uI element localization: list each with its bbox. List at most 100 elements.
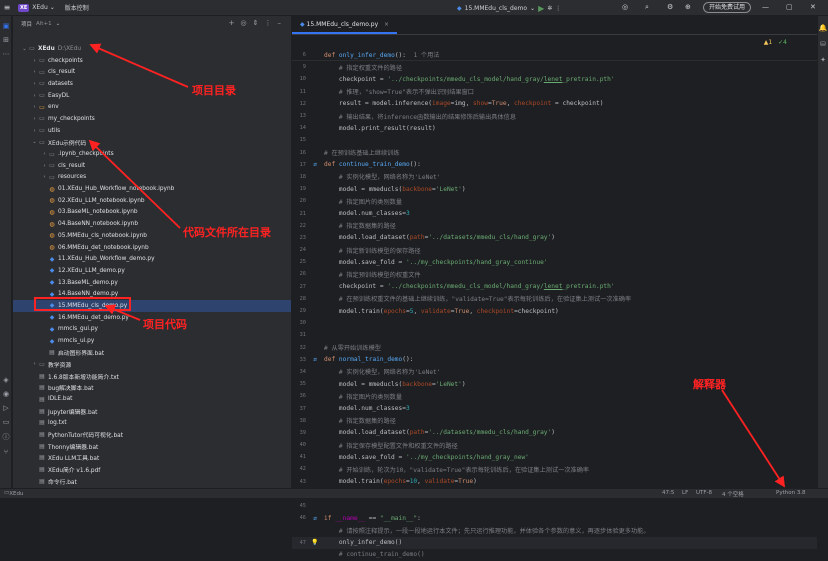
tree-item[interactable]: ▤ bug解决脚本.bat xyxy=(13,382,291,394)
tree-item[interactable]: ▤ Jupyter编辑器.bat xyxy=(13,405,291,417)
tree-item[interactable]: › ▭ EasyDL xyxy=(13,90,291,102)
project-panel-title[interactable]: 项目 xyxy=(21,20,32,28)
code-line[interactable]: 17 ⇄ def continue_train_demo(): xyxy=(292,159,817,171)
status-interpreter[interactable]: Python 3.8 xyxy=(776,490,806,496)
search-icon[interactable]: ⌕ xyxy=(645,3,649,12)
code-line[interactable]: 41 model.save_fold = '../my_checkpoints/… xyxy=(292,451,817,463)
code-line[interactable]: 10 checkpoint = '../checkpoints/mmedu_cl… xyxy=(292,73,817,85)
chevron-right-icon[interactable]: › xyxy=(31,128,38,134)
chevron-right-icon[interactable]: › xyxy=(41,174,48,180)
chevron-right-icon[interactable]: › xyxy=(31,104,38,110)
code-line[interactable]: 34 # 实例化模型，网络名称为'LeNet' xyxy=(292,366,817,378)
code-line[interactable]: 23 model.load_dataset(path='../datasets/… xyxy=(292,232,817,244)
tree-item[interactable]: › ▭ my_checkpoints xyxy=(13,113,291,125)
code-line[interactable]: 31 xyxy=(292,329,817,341)
vcs-tool-icon[interactable]: ⑂ xyxy=(0,448,12,456)
code-line[interactable]: 25 model.save_fold = '../my_checkpoints/… xyxy=(292,256,817,268)
code-line[interactable]: 45 xyxy=(292,500,817,512)
code-line[interactable]: 15 xyxy=(292,134,817,146)
terminal-icon[interactable]: ▭ xyxy=(0,418,12,426)
code-line[interactable]: 14 model.print_result(result) xyxy=(292,122,817,134)
tree-item[interactable]: › ▭ 教学资源 xyxy=(13,359,291,371)
code-line[interactable]: 21 model.num_classes=3 xyxy=(292,207,817,219)
code-line[interactable]: 12 result = model.inference(image=img, s… xyxy=(292,98,817,110)
code-line[interactable]: 33 ⇄ def normal_train_demo(): xyxy=(292,354,817,366)
minimize-icon[interactable]: — xyxy=(762,3,769,11)
status-indent[interactable]: 4 个空格 xyxy=(722,490,744,498)
tree-item[interactable]: ◍ 06.MMEdu_det_notebook.ipynb xyxy=(13,242,291,254)
tree-item[interactable]: › ▭ env xyxy=(13,101,291,113)
assistant-icon[interactable]: ◎ xyxy=(622,3,628,11)
debug-button[interactable]: ✲ xyxy=(547,5,552,12)
chevron-right-icon[interactable]: › xyxy=(41,163,48,169)
code-line[interactable]: 37 model.num_classes=3 xyxy=(292,402,817,414)
tab-15-mmedu-cls-demo[interactable]: ◆ 15.MMEdu_cls_demo.py × xyxy=(292,21,398,34)
tree-item[interactable]: ▤ XEdu LLM工具.bat xyxy=(13,452,291,464)
tree-item[interactable]: ▤ PythonTutor代码可视化.bat xyxy=(13,429,291,441)
code-line[interactable]: 18 # 实例化模型，网络名称为'LeNet' xyxy=(292,171,817,183)
more-actions-icon[interactable]: ⋮ xyxy=(555,5,561,12)
code-line[interactable]: 19 model = mmeducls(backbone='LeNet') xyxy=(292,183,817,195)
options-icon[interactable]: ⋮ xyxy=(265,19,272,27)
code-line[interactable]: 42 # 开始训练，轮次为10，"validate=True"表示每轮训练后，在… xyxy=(292,463,817,475)
expand-collapse-icon[interactable]: ⇕ xyxy=(253,19,259,27)
code-line[interactable]: 43 model.train(epochs=10, validate=True) xyxy=(292,476,817,488)
code-line[interactable]: 9 # 指定权重文件的路径 xyxy=(292,61,817,73)
start-trial-button[interactable]: 开始免费试用 xyxy=(703,2,752,13)
code-line[interactable]: 6 def only_infer_demo(): 1 个用法 xyxy=(292,49,817,62)
code-line[interactable]: 39 model.load_dataset(path='../datasets/… xyxy=(292,427,817,439)
tree-item[interactable]: ◆ 13.BaseML_demo.py xyxy=(13,277,291,289)
database-icon[interactable]: ⛁ xyxy=(818,40,828,48)
tree-item[interactable]: › ▭ resources xyxy=(13,172,291,184)
code-line[interactable]: 32 # 从零开始训练模型 xyxy=(292,342,817,354)
python-console-icon[interactable]: ◉ xyxy=(0,390,12,398)
tree-item[interactable]: ◍ 01.XEdu_Hub_Workflow_notebook.ipynb xyxy=(13,183,291,195)
code-line[interactable]: 11 # 推理，"show=True"表示不弹出识别结果窗口 xyxy=(292,86,817,98)
problems-icon[interactable]: ⓘ xyxy=(0,432,12,442)
tree-item[interactable]: ◍ 02.XEdu_LLM_notebook.ipynb xyxy=(13,195,291,207)
code-line[interactable]: 46 ⇄ if __name__ == "__main__": xyxy=(292,512,817,524)
tree-item[interactable]: ▤ IDLE.bat xyxy=(13,394,291,406)
chevron-right-icon[interactable]: › xyxy=(31,361,38,367)
code-line[interactable]: 27 checkpoint = '../checkpoints/mmedu_cl… xyxy=(292,281,817,293)
project-tool-icon[interactable]: ▣ xyxy=(0,22,12,30)
code-line[interactable]: 28 # 在预训练权重文件的基础上继续训练，"validate=True"表示每… xyxy=(292,293,817,305)
code-line[interactable]: 36 # 指定图片的类别数量 xyxy=(292,390,817,402)
tree-item[interactable]: ▤ XEdu简介 v1.6.pdf xyxy=(13,464,291,476)
close-icon[interactable]: ✕ xyxy=(810,3,816,11)
hamburger-menu-icon[interactable]: ≡ xyxy=(0,3,14,12)
chevron-down-icon[interactable]: ⌄ xyxy=(31,139,38,145)
run-gutter-icon[interactable]: ⇄ xyxy=(306,161,324,168)
maximize-icon[interactable]: ▢ xyxy=(786,3,793,11)
account-icon[interactable]: ⊕ xyxy=(685,3,691,11)
tree-item[interactable]: ▤ Thonny编辑器.bat xyxy=(13,440,291,452)
tree-item[interactable]: ▤ 1.6.8版本新增功能简介.txt xyxy=(13,370,291,382)
run-button[interactable]: ▶ xyxy=(538,4,544,13)
tree-item[interactable]: ⌄ ▭ XEdu示例代码 xyxy=(13,137,291,149)
chevron-right-icon[interactable]: › xyxy=(31,81,38,87)
add-icon[interactable]: + xyxy=(229,19,235,27)
close-tab-icon[interactable]: × xyxy=(384,21,389,28)
chevron-right-icon[interactable]: › xyxy=(31,69,38,75)
tree-item[interactable]: ◆ 12.XEdu_LLM_demo.py xyxy=(13,265,291,277)
run-gutter-icon[interactable]: ⇄ xyxy=(306,356,324,363)
code-line[interactable]: 29 model.train(epochs=5, validate=True, … xyxy=(292,305,817,317)
tree-item[interactable]: › ▭ .ipynb_checkpoints xyxy=(13,148,291,160)
code-line[interactable]: 22 # 指定数据集的路径 xyxy=(292,220,817,232)
run-configuration[interactable]: ◆ 15.MMEdu_cls_demo ⌄ ▶ ✲ ⋮ xyxy=(457,2,561,14)
code-line[interactable]: 13 # 输出结果，将inference函数输出的结果修饰后输出具体信息 xyxy=(292,110,817,122)
hide-icon[interactable]: – xyxy=(278,19,282,27)
code-line[interactable]: 30 xyxy=(292,317,817,329)
status-position[interactable]: 47:5 xyxy=(662,490,674,496)
code-line[interactable]: # continue_train_demo() xyxy=(292,549,817,561)
more-tools-icon[interactable]: ⋯ xyxy=(0,50,12,58)
lightbulb-icon[interactable]: 💡 xyxy=(306,539,324,546)
ai-assistant-icon[interactable]: ✦ xyxy=(818,56,828,64)
chevron-down-icon[interactable]: ⌄ xyxy=(56,21,61,27)
project-switcher[interactable]: XEdu ⌄ xyxy=(32,4,54,11)
tree-item[interactable]: › ▭ utils xyxy=(13,125,291,137)
code-area[interactable]: 6 def only_infer_demo(): 1 个用法 9 # 指定权重文件的… xyxy=(292,49,817,561)
tree-item[interactable]: › ▭ checkpoints xyxy=(13,55,291,67)
tree-item[interactable]: ▤ 启动图形界面.bat xyxy=(13,347,291,359)
chevron-right-icon[interactable]: › xyxy=(31,93,38,99)
